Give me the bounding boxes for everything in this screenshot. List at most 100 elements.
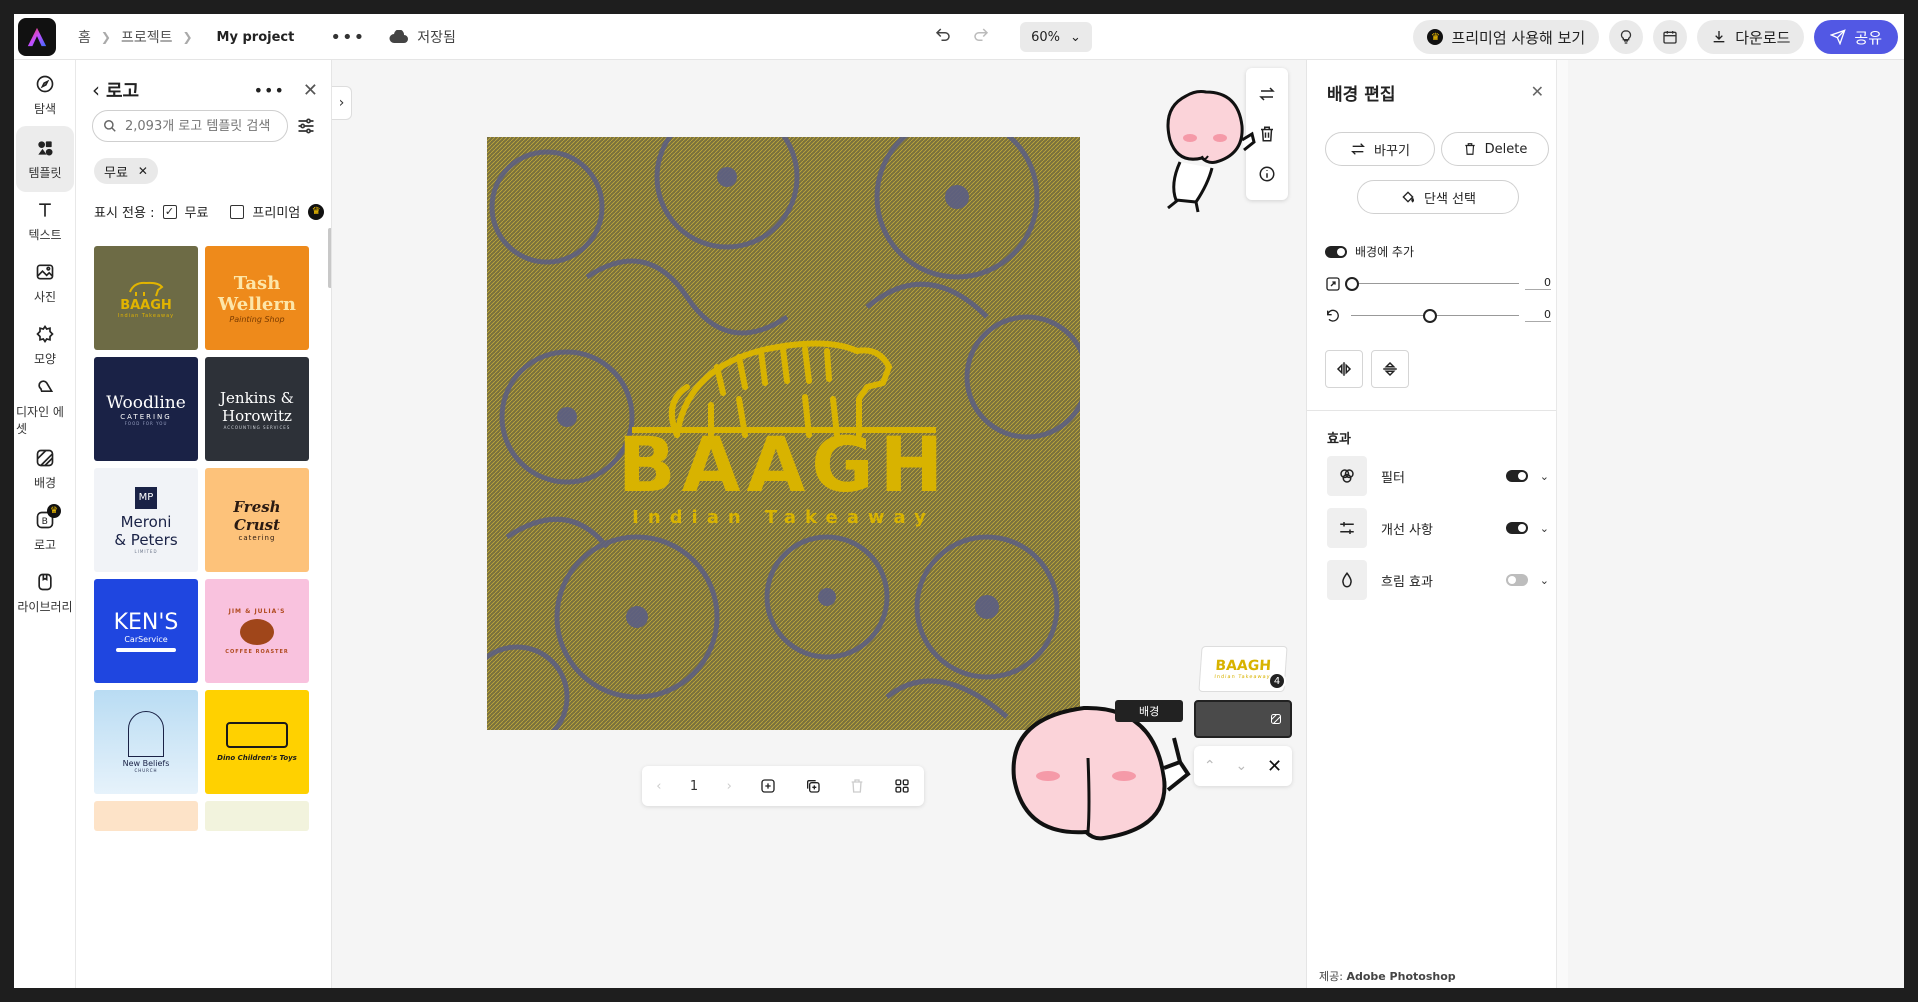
layer-thumb-logo-subtext: Indian Takeaway — [1214, 674, 1271, 680]
filter-settings-icon[interactable] — [296, 116, 316, 136]
rail-item-background[interactable]: 배경 — [16, 436, 74, 502]
search-input[interactable] — [125, 118, 275, 134]
rail-item-design-assets[interactable]: 디자인 에셋 — [16, 374, 74, 440]
page-navigation-bar: ‹ 1 › — [642, 766, 924, 806]
template-tile-jenkins-horowitz[interactable]: Jenkins & Horowitz ACCOUNTING SERVICES — [205, 357, 309, 461]
redo-icon[interactable] — [972, 25, 990, 49]
flip-horizontal-icon — [1336, 362, 1352, 376]
free-checkbox[interactable]: ✓ — [162, 204, 177, 219]
delete-page-icon[interactable] — [849, 778, 865, 794]
rail-item-explore[interactable]: 탐색 — [16, 62, 74, 128]
more-options-icon[interactable]: ••• — [330, 27, 365, 48]
lightbulb-icon[interactable] — [1609, 20, 1644, 54]
template-tile-new-beliefs[interactable]: New Beliefs CHURCH — [94, 690, 198, 794]
rotate-slider-row: 0 — [1325, 306, 1551, 326]
next-page-icon[interactable]: › — [727, 779, 732, 794]
breadcrumb-projects[interactable]: 프로젝트 — [121, 27, 173, 47]
rail-label: 배경 — [33, 475, 57, 490]
add-page-icon[interactable] — [760, 778, 776, 794]
rail-item-library[interactable]: 라이브러리 — [16, 560, 74, 626]
template-tile-dino-toys[interactable]: Dino Children's Toys — [205, 690, 309, 794]
solid-color-button[interactable]: 단색 선택 — [1357, 180, 1519, 214]
flip-horizontal-button[interactable] — [1325, 350, 1363, 388]
premium-checkbox[interactable] — [230, 204, 245, 219]
chevron-down-icon[interactable]: ⌄ — [1540, 574, 1549, 587]
trash-icon[interactable] — [1258, 125, 1276, 143]
rail-item-templates[interactable]: 템플릿 — [16, 126, 74, 192]
try-premium-label: 프리미엄 사용해 보기 — [1451, 28, 1586, 47]
duplicate-page-icon[interactable] — [805, 778, 821, 794]
add-to-background-toggle[interactable] — [1325, 245, 1347, 258]
chevron-down-icon[interactable]: ⌄ — [1540, 470, 1549, 483]
logo-sub-text[interactable]: Indian Takeaway — [487, 507, 1080, 528]
rail-item-photos[interactable]: 사진 — [16, 250, 74, 316]
replace-button[interactable]: 바꾸기 — [1325, 132, 1435, 166]
rail-item-text[interactable]: 텍스트 — [16, 188, 74, 254]
filter-chip-free[interactable]: 무료 ✕ — [94, 158, 158, 184]
move-layer-down-icon[interactable]: ⌄ — [1235, 758, 1247, 774]
project-name[interactable]: My project — [217, 30, 295, 45]
download-button[interactable]: 다운로드 — [1697, 20, 1805, 54]
adjustments-toggle[interactable] — [1505, 522, 1528, 534]
delete-button[interactable]: Delete — [1441, 132, 1549, 166]
undo-icon[interactable] — [934, 25, 952, 49]
try-premium-button[interactable]: ♛ 프리미엄 사용해 보기 — [1413, 20, 1600, 54]
download-icon — [1713, 31, 1725, 43]
template-tile-jim-julias[interactable]: JIM & JULIA'S COFFEE ROASTER — [205, 579, 309, 683]
template-tile-tash-wellern[interactable]: Tash Wellern Painting Shop — [205, 246, 309, 350]
breadcrumb-home[interactable]: 홈 — [78, 27, 91, 47]
template-tile-woodline[interactable]: Woodline CATERING FOOD FOR YOU — [94, 357, 198, 461]
blur-drop-icon[interactable] — [1327, 560, 1367, 600]
scale-value[interactable]: 0 — [1525, 276, 1551, 290]
collapse-panel-chevron-icon[interactable]: › — [332, 86, 352, 120]
share-button[interactable]: 공유 — [1814, 20, 1898, 54]
previous-page-icon[interactable]: ‹ — [656, 779, 661, 794]
info-icon[interactable] — [1258, 165, 1276, 183]
layer-thumb-background[interactable] — [1194, 700, 1292, 738]
move-layer-up-icon[interactable]: ⌃ — [1204, 758, 1216, 774]
tile-line1: Fresh — [233, 498, 281, 516]
swap-icon[interactable] — [1258, 85, 1276, 103]
logo-text-block[interactable]: BAAGH Indian Takeaway — [487, 427, 1080, 529]
more-options-icon[interactable]: ••• — [254, 81, 285, 100]
template-tile-kens[interactable]: KEN'S CarService — [94, 579, 198, 683]
filter-toggle[interactable] — [1505, 470, 1528, 482]
rotate-value[interactable]: 0 — [1525, 308, 1551, 322]
template-tile-baagh[interactable]: BAAGH Indian Takeaway — [94, 246, 198, 350]
panel-scrollbar[interactable] — [328, 228, 331, 288]
scale-slider-thumb[interactable] — [1345, 277, 1359, 291]
show-only-filter: 표시 전용 : ✓ 무료 프리미엄 ♛ — [94, 202, 325, 221]
rail-item-logo[interactable]: B ♛ 로고 — [16, 498, 74, 564]
blur-toggle[interactable] — [1505, 574, 1528, 586]
chevron-down-icon[interactable]: ⌄ — [1540, 522, 1549, 535]
calendar-icon[interactable] — [1653, 20, 1688, 54]
tile-line2: CATERING — [120, 412, 172, 421]
logo-main-text[interactable]: BAAGH — [487, 427, 1080, 503]
right-panel-scrollbar[interactable] — [1556, 60, 1568, 988]
rail-label: 텍스트 — [28, 227, 62, 242]
template-tile-meroni-peters[interactable]: MP Meroni & Peters LIMITED — [94, 468, 198, 572]
adjustments-icon[interactable] — [1327, 508, 1367, 548]
tile-line2: COFFEE ROASTER — [225, 648, 289, 655]
layer-stack-preview[interactable]: BAAGH Indian Takeaway 4 — [1194, 646, 1292, 738]
template-tile-fresh-crust[interactable]: Fresh Crust catering — [205, 468, 309, 572]
layer-controls: ⌃ ⌄ ✕ — [1194, 746, 1292, 786]
close-icon[interactable]: ✕ — [1531, 82, 1544, 101]
close-icon[interactable]: ✕ — [303, 80, 318, 101]
adobe-express-logo-icon[interactable] — [18, 18, 56, 56]
zoom-dropdown[interactable]: 60% ⌄ — [1020, 22, 1092, 52]
paint-bucket-icon — [1402, 191, 1414, 203]
filter-icon[interactable] — [1327, 456, 1367, 496]
template-tile-partial[interactable] — [205, 801, 309, 831]
grid-view-icon[interactable] — [894, 778, 910, 794]
template-tile-partial[interactable] — [94, 801, 198, 831]
back-chevron-icon[interactable]: ‹ — [92, 78, 100, 102]
rail-item-shapes[interactable]: 모양 — [16, 312, 74, 378]
scale-slider-track[interactable] — [1351, 283, 1519, 284]
chip-remove-icon[interactable]: ✕ — [138, 164, 148, 178]
rotate-slider-thumb[interactable] — [1423, 309, 1437, 323]
rail-label: 라이브러리 — [17, 599, 73, 614]
design-canvas[interactable]: BAAGH Indian Takeaway — [487, 137, 1080, 730]
close-layers-icon[interactable]: ✕ — [1267, 756, 1282, 777]
flip-vertical-button[interactable] — [1371, 350, 1409, 388]
